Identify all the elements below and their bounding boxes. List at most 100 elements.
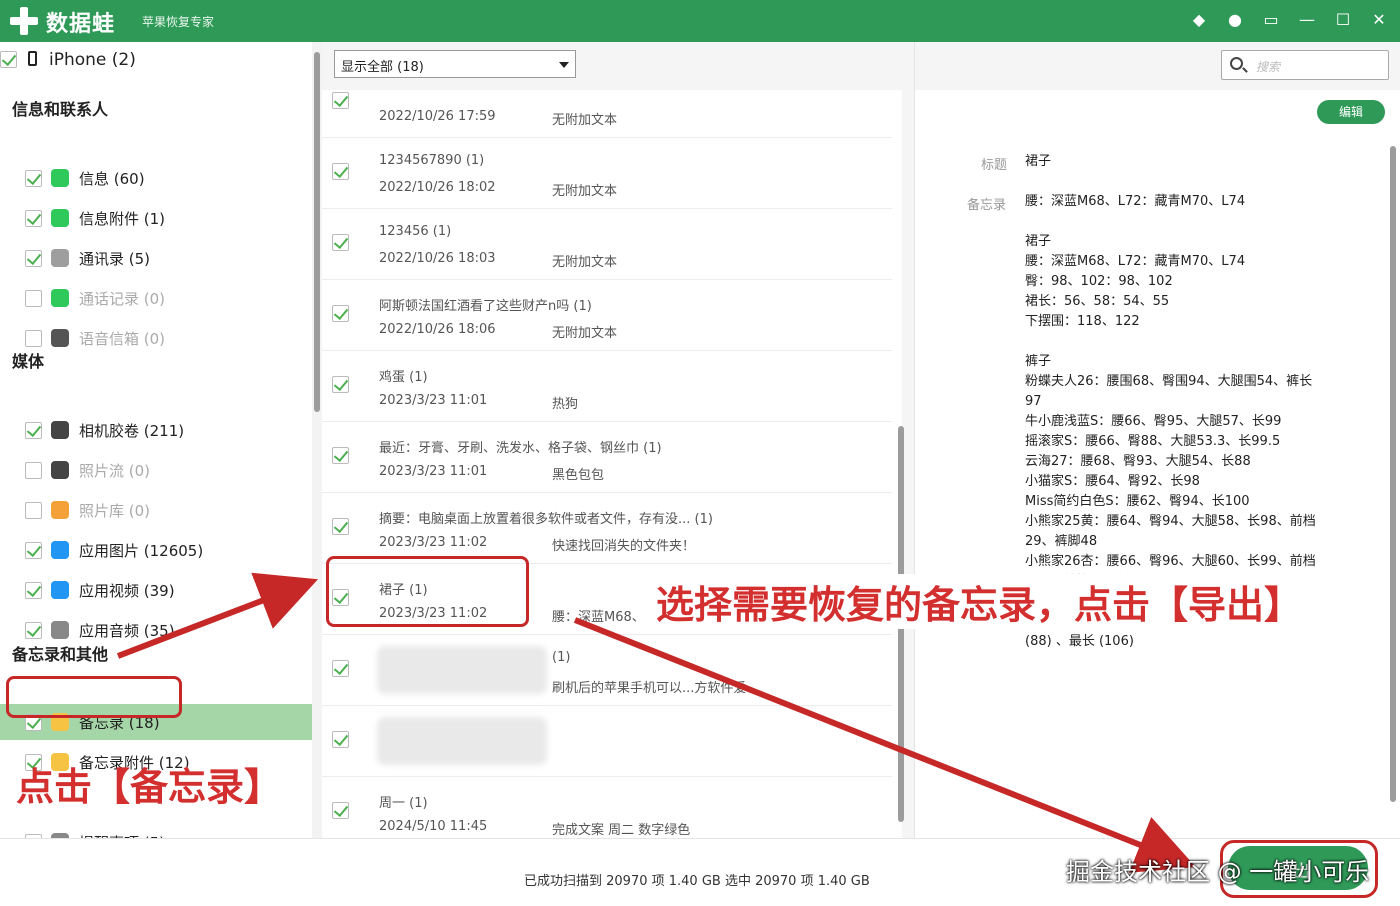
photo-library-icon xyxy=(51,501,69,519)
sidebar-item[interactable]: 信息 (60) xyxy=(0,160,312,196)
camera-icon xyxy=(51,421,69,439)
minimize-icon[interactable]: — xyxy=(1296,9,1318,31)
sidebar-item[interactable]: 信息附件 (1) xyxy=(0,200,312,236)
sidebar-item-checkbox[interactable] xyxy=(25,622,42,639)
note-checkbox[interactable] xyxy=(332,731,349,748)
sidebar-item-checkbox[interactable] xyxy=(25,582,42,599)
note-list-item[interactable]: 阿斯顿法国红酒看了这些财产n吗 (1) 2022/10/26 18:06 无附加文本 xyxy=(322,281,892,351)
note-content-line: 97 xyxy=(1025,394,1042,409)
sidebar-item[interactable]: 应用音频 (35) xyxy=(0,612,312,648)
note-list-item[interactable]: 周一 (1) 2024/5/10 11:45 完成文案 周二 数字绿色 xyxy=(322,778,892,838)
note-content-line: 云海27：腰68、臀93、大腿54、长88 xyxy=(1025,454,1251,469)
note-attachment: 无附加文本 xyxy=(552,184,618,199)
note-list-item[interactable]: (1) 刷机后的苹果手机可以...方软件爱... xyxy=(322,636,892,706)
sidebar-item-checkbox[interactable] xyxy=(25,422,42,439)
sidebar-item-checkbox[interactable] xyxy=(25,330,42,347)
note-title: 123456 (1) xyxy=(379,224,452,239)
sidebar-item[interactable]: 照片库 (0) xyxy=(0,492,312,528)
search-placeholder: 搜索 xyxy=(1256,60,1281,74)
note-list-item[interactable]: 2022/10/26 17:59 无附加文本 xyxy=(322,90,892,138)
note-checkbox[interactable] xyxy=(332,92,349,109)
sidebar-item[interactable]: 通讯录 (5) xyxy=(0,240,312,276)
highlight-selected-note xyxy=(326,556,529,627)
note-content-line xyxy=(1025,212,1316,232)
detail-scrollbar[interactable] xyxy=(1389,142,1397,832)
note-checkbox[interactable] xyxy=(332,305,349,322)
list-scrollbar[interactable] xyxy=(896,90,906,838)
note-checkbox[interactable] xyxy=(332,518,349,535)
note-date: 2022/10/26 18:03 xyxy=(379,251,496,266)
sidebar-item-label: 信息 (60) xyxy=(79,170,145,188)
sidebar-item-label: 照片库 (0) xyxy=(79,502,151,520)
annotation-left: 点击【备忘录】 xyxy=(16,765,283,809)
highlight-notes-category xyxy=(6,676,182,718)
note-attachment: 快速找回消失的文件夹！ xyxy=(552,539,696,554)
category-sidebar: iPhone (2) 信息和联系人 媒体 备忘录和其他 信息 (60) 信息附件 … xyxy=(0,42,312,838)
contacts-icon xyxy=(51,249,69,267)
note-attachment: 腰：深蓝M68、 xyxy=(552,610,645,625)
maximize-icon[interactable]: ☐ xyxy=(1332,9,1354,31)
note-title: 摘要：电脑桌面上放置着很多软件或者文件，存有没... (1) xyxy=(379,512,713,527)
chat-icon[interactable]: ● xyxy=(1224,9,1246,31)
note-content-line: Miss简约白色S：腰62、臀94、长100 xyxy=(1025,494,1250,509)
sidebar-item-label: 相机胶卷 (211) xyxy=(79,422,185,440)
sidebar-item[interactable]: 应用图片 (12605) xyxy=(0,532,312,568)
diamond-icon[interactable]: ◆ xyxy=(1188,9,1210,31)
note-list-item[interactable]: 1234567890 (1) 2022/10/26 18:02 无附加文本 xyxy=(322,139,892,209)
sidebar-item[interactable]: 通话记录 (0) xyxy=(0,280,312,316)
device-checkbox[interactable] xyxy=(0,51,17,68)
sidebar-item-checkbox[interactable] xyxy=(25,462,42,479)
sidebar-item[interactable]: 照片流 (0) xyxy=(0,452,312,488)
note-date: 2023/3/23 11:02 xyxy=(379,535,488,550)
title-field-value: 裙子 xyxy=(1025,154,1052,169)
sidebar-item-checkbox[interactable] xyxy=(25,210,42,227)
message-attachment-icon xyxy=(51,209,69,227)
monitor-icon[interactable]: ▭ xyxy=(1260,9,1282,31)
sidebar-item-label: 照片流 (0) xyxy=(79,462,151,480)
note-title: 阿斯顿法国红酒看了这些财产n吗 (1) xyxy=(379,299,592,314)
note-content-line: 裙长：56、58：54、55 xyxy=(1025,294,1170,309)
note-content-line: 小熊家26杏：腰66、臀96、大腿60、长99、前档 xyxy=(1025,554,1316,569)
close-icon[interactable]: ✕ xyxy=(1368,9,1390,31)
note-list-item[interactable]: 鸡蛋 (1) 2023/3/23 11:01 热狗 xyxy=(322,352,892,422)
sidebar-item-checkbox[interactable] xyxy=(25,250,42,267)
sidebar-item[interactable]: 应用视频 (39) xyxy=(0,572,312,608)
edit-button[interactable]: 编辑 xyxy=(1317,100,1385,124)
note-checkbox[interactable] xyxy=(332,660,349,677)
note-content-line: 臀：98、102：98、102 xyxy=(1025,274,1173,289)
app-name: 数据蛙 xyxy=(46,12,116,37)
note-content-line: 小熊家25黄：腰64、臀94、大腿58、长98、前档 xyxy=(1025,514,1316,529)
search-box[interactable]: 搜索 xyxy=(1221,50,1389,80)
note-list-item[interactable]: 123456 (1) 2022/10/26 18:03 无附加文本 xyxy=(322,210,892,280)
sidebar-item[interactable]: 提醒事项 (5) xyxy=(0,824,312,838)
phone-device-icon xyxy=(28,51,37,66)
note-checkbox[interactable] xyxy=(332,234,349,251)
sidebar-item-checkbox[interactable] xyxy=(25,290,42,307)
caret-down-icon xyxy=(559,62,569,68)
sidebar-item-checkbox[interactable] xyxy=(25,542,42,559)
annotation-middle: 选择需要恢复的备忘录，点击【导出】 xyxy=(652,574,1307,629)
sidebar-item-label: 应用音频 (35) xyxy=(79,622,175,640)
sidebar-item-checkbox[interactable] xyxy=(25,170,42,187)
note-content-line: 裙子 xyxy=(1025,234,1052,249)
photo-stream-icon xyxy=(51,461,69,479)
note-list-item[interactable]: 最近：牙膏、牙刷、洗发水、格子袋、钢丝巾 (1) 2023/3/23 11:01 黑… xyxy=(322,423,892,493)
device-row[interactable]: iPhone (2) xyxy=(0,42,312,78)
filter-dropdown[interactable]: 显示全部 (18) xyxy=(334,50,576,78)
note-checkbox[interactable] xyxy=(332,802,349,819)
note-list-item[interactable]: 摘要：电脑桌面上放置着很多软件或者文件，存有没... (1) 2023/3/23 … xyxy=(322,494,892,564)
note-checkbox[interactable] xyxy=(332,376,349,393)
sidebar-item[interactable]: 相机胶卷 (211) xyxy=(0,412,312,448)
note-attachment: 无附加文本 xyxy=(552,255,618,270)
note-checkbox[interactable] xyxy=(332,447,349,464)
app-window: 数据蛙 苹果恢复专家 ◆ ● ▭ — ☐ ✕ iPhone (2) 信息和联系人… xyxy=(0,0,1400,906)
app-video-icon xyxy=(51,581,69,599)
note-content-line: 下摆围：118、122 xyxy=(1025,314,1140,329)
sidebar-item-checkbox[interactable] xyxy=(25,502,42,519)
sidebar-scrollbar[interactable] xyxy=(312,42,322,838)
note-attachment: 无附加文本 xyxy=(552,326,618,341)
app-photo-icon xyxy=(51,541,69,559)
note-checkbox[interactable] xyxy=(332,163,349,180)
note-list-item[interactable] xyxy=(322,707,892,777)
sidebar-item[interactable]: 语音信箱 (0) xyxy=(0,320,312,356)
